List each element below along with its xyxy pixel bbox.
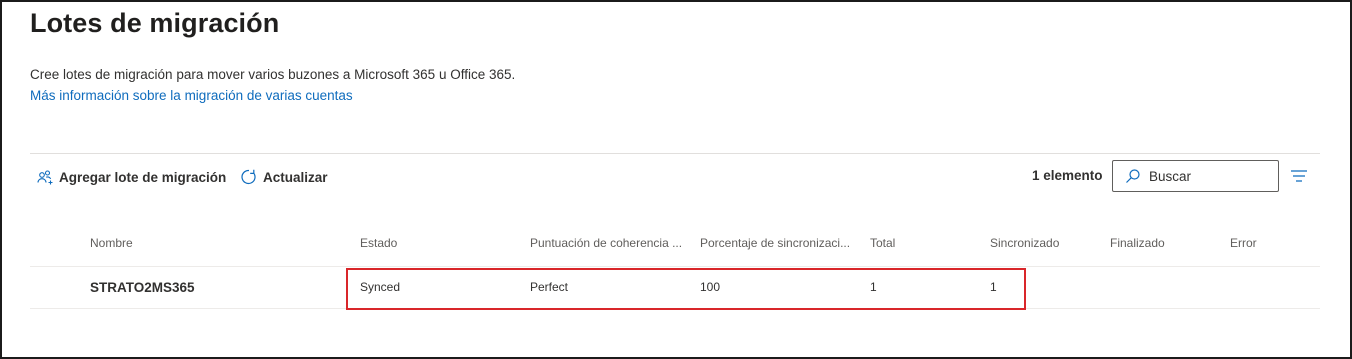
page-title: Lotes de migración xyxy=(30,8,280,38)
people-add-icon xyxy=(36,168,54,186)
column-header-total[interactable]: Total xyxy=(870,236,895,250)
search-icon xyxy=(1125,168,1141,184)
column-header-error[interactable]: Error xyxy=(1230,236,1257,250)
search-box[interactable] xyxy=(1112,160,1279,192)
column-header-consistency[interactable]: Puntuación de coherencia ... xyxy=(530,236,682,250)
refresh-button[interactable]: Actualizar xyxy=(240,166,328,188)
add-migration-batch-button[interactable]: Agregar lote de migración xyxy=(36,166,226,188)
column-header-sync-percent[interactable]: Porcentaje de sincronizaci... xyxy=(700,236,850,250)
section-divider xyxy=(30,153,1320,154)
refresh-label: Actualizar xyxy=(263,169,328,185)
page-description: Cree lotes de migración para mover vario… xyxy=(30,67,516,82)
column-header-name[interactable]: Nombre xyxy=(90,236,133,250)
table-header: Nombre Estado Puntuación de coherencia .… xyxy=(30,236,1320,258)
column-header-finalized[interactable]: Finalizado xyxy=(1110,236,1165,250)
column-header-synced[interactable]: Sincronizado xyxy=(990,236,1059,250)
column-header-status[interactable]: Estado xyxy=(360,236,397,250)
learn-more-link[interactable]: Más información sobre la migración de va… xyxy=(30,88,353,103)
highlight-annotation-box xyxy=(346,268,1026,310)
search-input[interactable] xyxy=(1149,168,1269,184)
refresh-icon xyxy=(240,168,258,186)
add-migration-batch-label: Agregar lote de migración xyxy=(59,169,227,185)
batch-name[interactable]: STRATO2MS365 xyxy=(90,280,195,295)
filter-lines-icon[interactable] xyxy=(1290,168,1308,184)
item-count: 1 elemento xyxy=(1032,168,1103,183)
